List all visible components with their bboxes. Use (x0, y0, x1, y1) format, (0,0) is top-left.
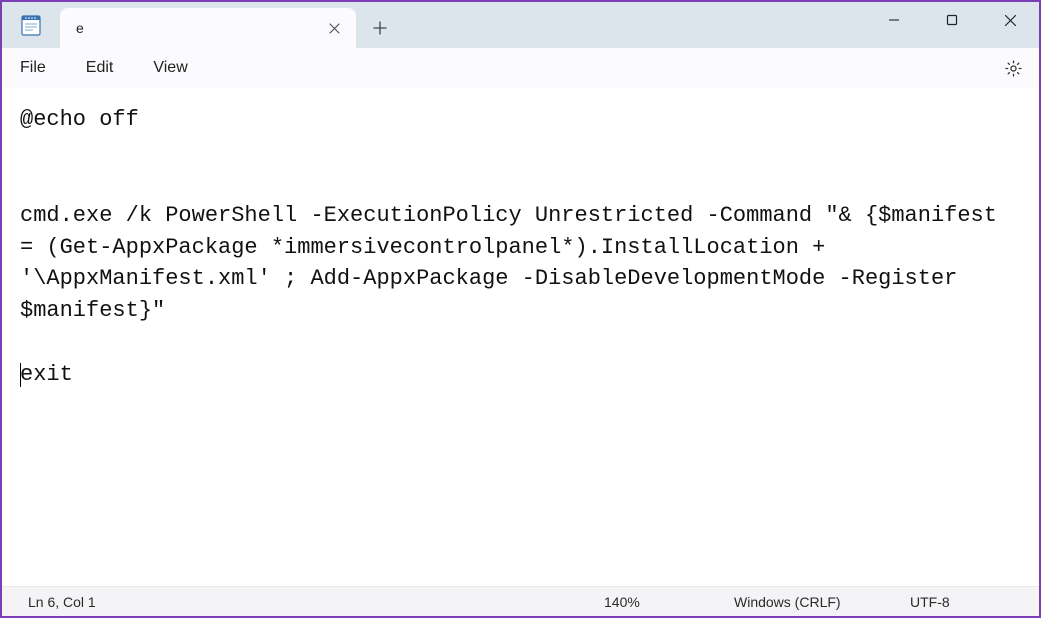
gear-icon[interactable] (1003, 58, 1023, 78)
window-controls (865, 2, 1039, 48)
app-icon-wrap (2, 2, 60, 48)
menu-view[interactable]: View (151, 55, 189, 81)
status-zoom[interactable]: 140% (577, 594, 707, 610)
minimize-button[interactable] (865, 2, 923, 38)
new-tab-button[interactable] (360, 8, 400, 48)
tab-close-icon[interactable] (326, 20, 342, 36)
editor-content: @echo off cmd.exe /k PowerShell -Executi… (20, 107, 1010, 323)
status-line-ending[interactable]: Windows (CRLF) (707, 594, 883, 610)
notepad-app-icon (21, 14, 41, 36)
status-position[interactable]: Ln 6, Col 1 (28, 594, 577, 610)
close-button[interactable] (981, 2, 1039, 38)
status-encoding[interactable]: UTF-8 (883, 594, 1031, 610)
titlebar: e (2, 2, 1039, 48)
tab-active[interactable]: e (60, 8, 356, 48)
tab-title: e (74, 20, 326, 36)
editor-area[interactable]: @echo off cmd.exe /k PowerShell -Executi… (2, 88, 1039, 586)
editor-lastline: exit (20, 362, 73, 387)
menu-edit[interactable]: Edit (84, 55, 116, 81)
statusbar: Ln 6, Col 1 140% Windows (CRLF) UTF-8 (2, 586, 1039, 616)
status-right: 140% Windows (CRLF) UTF-8 (577, 594, 1031, 610)
tabs-area: e (60, 2, 865, 48)
menu-file[interactable]: File (18, 55, 48, 81)
window: e File Edit View (0, 0, 1041, 618)
text-cursor (20, 363, 21, 387)
menubar: File Edit View (2, 48, 1039, 88)
maximize-button[interactable] (923, 2, 981, 38)
